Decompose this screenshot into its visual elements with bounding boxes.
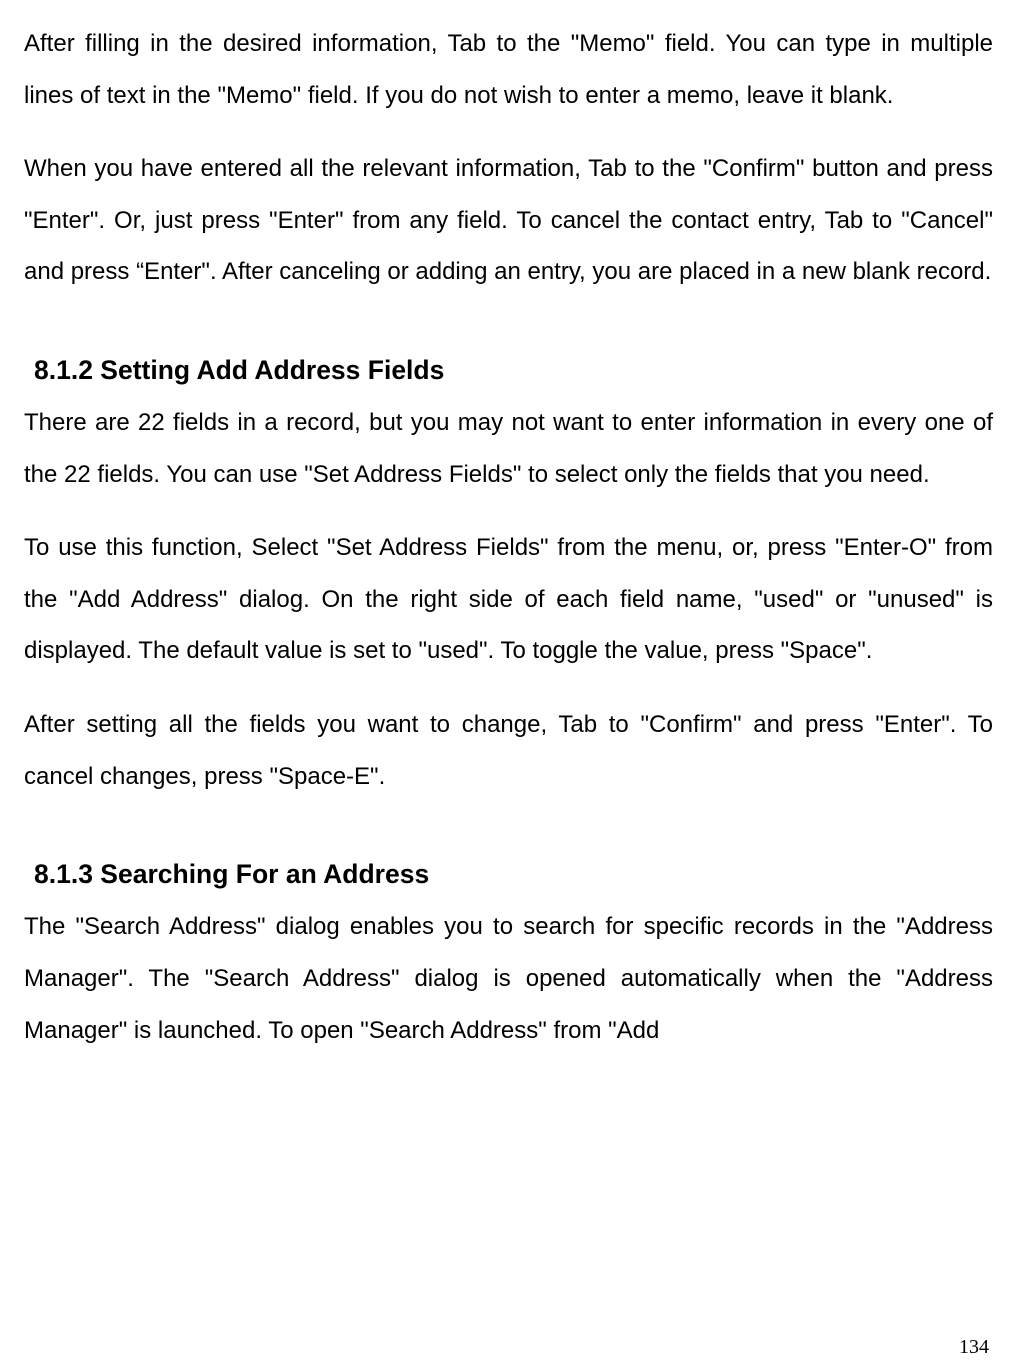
- body-paragraph: To use this function, Select "Set Addres…: [24, 522, 993, 677]
- section-heading-8-1-3: 8.1.3 Searching For an Address: [24, 856, 993, 893]
- section-heading-8-1-2: 8.1.2 Setting Add Address Fields: [24, 352, 993, 389]
- page-number: 134: [959, 1336, 989, 1359]
- body-paragraph: After setting all the fields you want to…: [24, 699, 993, 802]
- body-paragraph: After filling in the desired information…: [24, 18, 993, 121]
- body-paragraph: When you have entered all the relevant i…: [24, 143, 993, 298]
- body-paragraph: The "Search Address" dialog enables you …: [24, 901, 993, 1056]
- body-paragraph: There are 22 fields in a record, but you…: [24, 397, 993, 500]
